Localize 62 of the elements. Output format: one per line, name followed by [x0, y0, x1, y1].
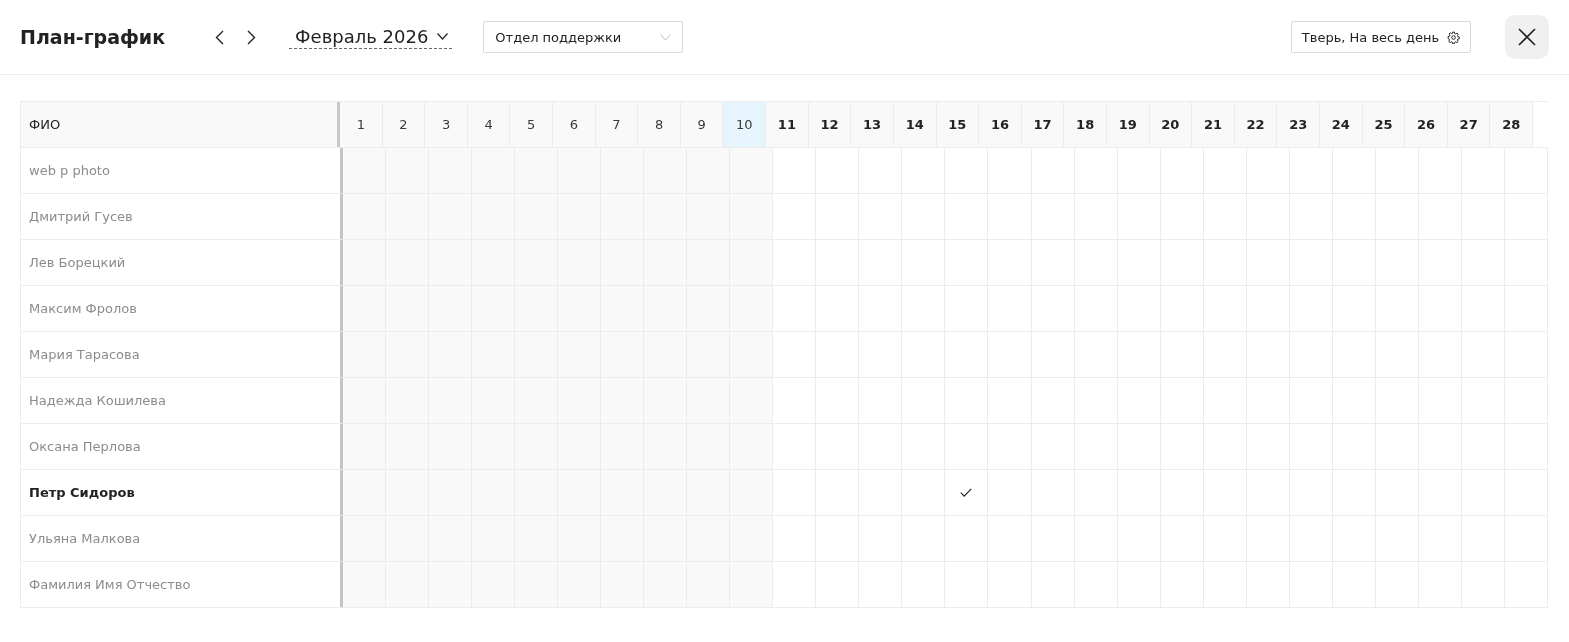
day-column-header: 4	[467, 102, 511, 147]
schedule-cell[interactable]	[343, 148, 387, 193]
column-header: ФИО	[21, 102, 340, 147]
close-icon	[1518, 28, 1536, 46]
day-column-header: 17	[1021, 102, 1065, 147]
month-picker[interactable]: Февраль 2026	[289, 25, 453, 49]
day-column-header: 27	[1447, 102, 1491, 147]
schedule-cell[interactable]	[730, 148, 774, 193]
schedule-cell[interactable]	[343, 194, 387, 239]
day-column-header: 11	[766, 102, 809, 147]
day-column-header: 2	[382, 102, 426, 147]
employee-name: Максим Фролов	[29, 301, 137, 316]
gear-icon	[1447, 30, 1461, 44]
day-column-header: 1	[340, 102, 383, 147]
day-column-header: 9	[680, 102, 724, 147]
day-column-header: 24	[1320, 102, 1363, 147]
employee-name: web p photo	[29, 163, 110, 178]
day-column-header: 15	[936, 102, 980, 147]
day-column-header: 3	[425, 102, 468, 147]
schedule-cell[interactable]	[343, 424, 387, 469]
day-column-header: 28	[1490, 102, 1534, 147]
close-button[interactable]	[1505, 15, 1549, 59]
check-icon	[960, 488, 973, 497]
employee-name: Дмитрий Гусев	[29, 209, 133, 224]
day-column-header: 23	[1277, 102, 1320, 147]
department-select[interactable]: Отдел поддержки	[483, 21, 684, 53]
day-column-header: 22	[1234, 102, 1278, 147]
day-column-header: 20	[1149, 102, 1193, 147]
day-column-header: 14	[893, 102, 937, 147]
employee-name: Петр Сидоров	[29, 485, 135, 500]
chevron-right-icon	[246, 29, 256, 45]
day-column-header: 26	[1405, 102, 1448, 147]
day-column-header: 5	[510, 102, 554, 147]
employee-name: Мария Тарасова	[29, 347, 140, 362]
employee-name: Лев Борецкий	[29, 255, 126, 270]
schedule-cell[interactable]	[343, 332, 387, 377]
day-column-header: 13	[851, 102, 894, 147]
schedule-cell[interactable]	[343, 240, 387, 285]
day-column-header: 6	[553, 102, 596, 147]
chevron-down-icon	[660, 33, 672, 41]
employee-name: Ульяна Малкова	[29, 531, 141, 546]
day-column-header: 25	[1362, 102, 1406, 147]
schedule-cell[interactable]	[343, 562, 387, 607]
day-column-header: 7	[595, 102, 639, 147]
day-column-header: 10	[723, 102, 767, 147]
schedule-cell[interactable]	[343, 378, 387, 423]
employee-name: Фамилия Имя Отчество	[29, 577, 191, 592]
day-column-header: 12	[808, 102, 852, 147]
day-column-header: 19	[1106, 102, 1150, 147]
day-column-header: 18	[1064, 102, 1107, 147]
schedule-cell[interactable]	[343, 286, 387, 331]
schedule-cell[interactable]	[343, 470, 387, 515]
location-settings-button[interactable]: Тверь, На весь день	[1291, 21, 1471, 53]
day-column-header: 21	[1192, 102, 1235, 147]
page-title: План-график	[20, 26, 166, 48]
employee-name: Надежда Кошилева	[29, 393, 166, 408]
day-column-header: 8	[638, 102, 681, 147]
chevron-left-icon	[214, 29, 224, 45]
day-column-header: 16	[979, 102, 1022, 147]
chevron-down-icon	[437, 32, 449, 40]
schedule-cell[interactable]	[343, 516, 387, 561]
employee-name: Оксана Перлова	[29, 439, 141, 454]
